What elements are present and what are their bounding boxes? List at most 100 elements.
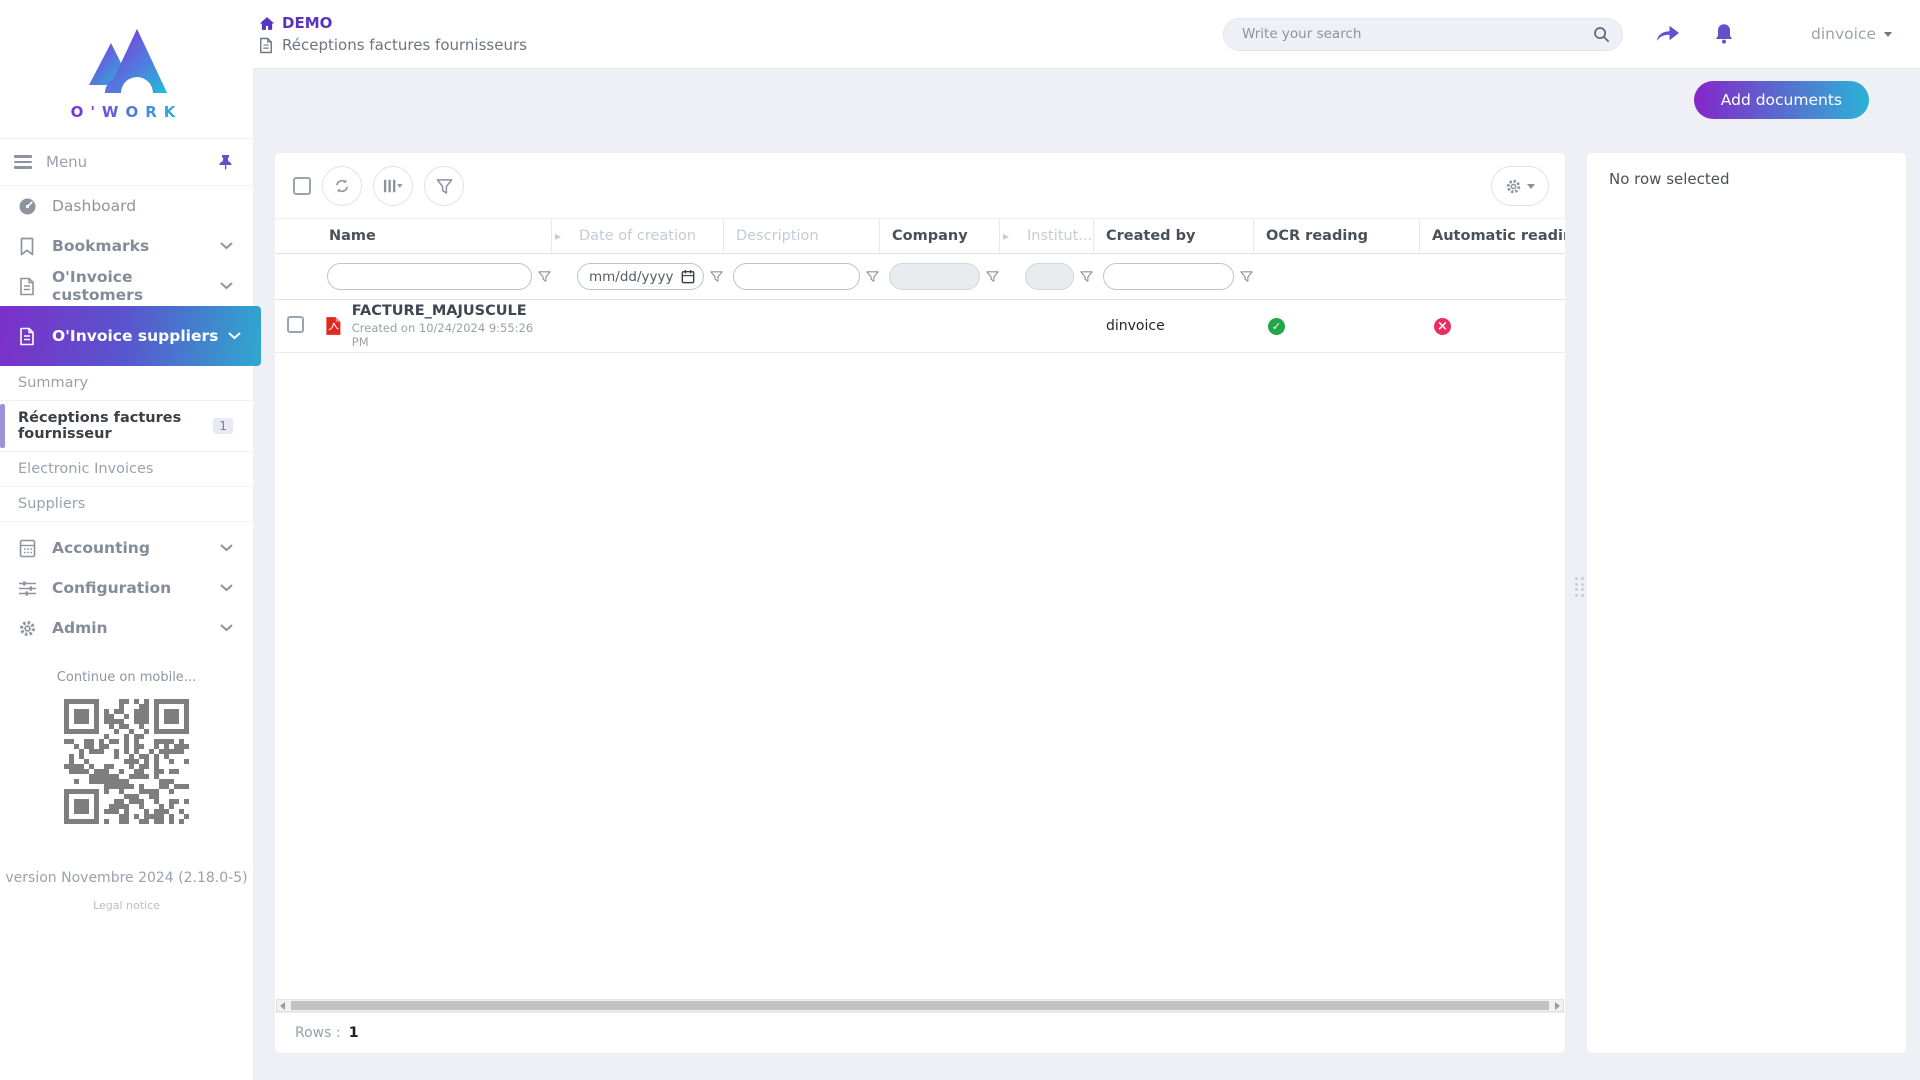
pin-icon[interactable] [218,154,233,170]
funnel-icon[interactable] [1240,270,1253,283]
funnel-icon[interactable] [866,270,879,283]
hamburger-icon [14,155,32,169]
funnel-icon[interactable] [538,270,551,283]
column-header-description[interactable]: Description [723,219,879,253]
mobile-hint: Continue on mobile... [0,670,253,685]
no-row-selected-text: No row selected [1587,153,1906,188]
app-logo[interactable]: O'WORK [0,0,253,138]
submenu-label: Réceptions factures fournisseur [18,410,207,442]
env-label[interactable]: DEMO [282,14,332,32]
scroll-right-icon[interactable] [1555,1002,1560,1010]
column-header-date[interactable]: Date of creation [567,228,723,244]
menu-label: Menu [46,153,87,171]
sidebar-item-accounting[interactable]: Accounting [0,528,253,568]
sidebar-menu-toggle[interactable]: Menu [0,138,253,186]
funnel-icon[interactable] [710,270,723,283]
select-all-checkbox[interactable] [293,177,311,195]
submenu-label: Summary [18,375,88,391]
user-menu[interactable]: dinvoice [1811,25,1892,43]
submenu-item-receptions-factures[interactable]: Réceptions factures fournisseur 1 [0,401,253,452]
table-toolbar [275,153,1565,218]
sidebar-item-dashboard[interactable]: Dashboard [0,186,253,226]
dashboard-icon [16,197,38,216]
chevron-down-icon [220,584,233,592]
submenu-label: Suppliers [18,496,85,512]
sidebar-item-oinvoice-customers[interactable]: O'Invoice customers [0,266,253,306]
columns-button[interactable] [373,166,413,206]
search-icon[interactable] [1593,26,1610,43]
table-footer: Rows : 1 [275,1012,1565,1053]
chevron-down-icon [220,544,233,552]
column-header-automatic[interactable]: Automatic reading [1419,219,1565,253]
column-header-company[interactable]: Company [879,219,999,253]
page-file-icon [259,37,273,54]
sort-caret-icon[interactable]: ▸ [551,219,567,253]
filter-description-input[interactable] [733,263,860,290]
mountain-logo-icon [81,23,173,101]
sidebar-item-admin[interactable]: Admin [0,608,253,648]
chevron-down-icon [220,282,233,290]
ocr-success-icon: ✓ [1268,318,1285,335]
notifications-bell-icon[interactable] [1713,22,1735,46]
share-icon[interactable] [1655,23,1681,45]
search-input[interactable] [1242,26,1593,42]
submenu-item-summary[interactable]: Summary [0,366,253,401]
sidebar-item-configuration[interactable]: Configuration [0,568,253,608]
funnel-icon[interactable] [986,270,999,283]
sidebar-item-oinvoice-suppliers[interactable]: O'Invoice suppliers [0,306,261,366]
bookmark-icon [16,237,38,256]
filter-date-input[interactable]: mm/dd/yyyy [577,263,704,290]
row-checkbox[interactable] [287,316,304,333]
content-area: Add documents [253,69,1920,1080]
add-documents-button[interactable]: Add documents [1694,81,1869,119]
column-header-ocr[interactable]: OCR reading [1253,219,1419,253]
document-created-date: Created on 10/24/2024 9:55:26 PM [352,321,551,349]
filter-name-input[interactable] [327,263,532,290]
count-badge: 1 [213,418,233,434]
invoice-file-icon [16,327,38,346]
refresh-button[interactable] [322,166,362,206]
date-placeholder: mm/dd/yyyy [589,269,675,285]
scroll-left-icon[interactable] [280,1002,285,1010]
sidebar-item-label: Configuration [52,579,220,597]
automatic-error-icon: × [1434,318,1451,335]
sidebar-item-bookmarks[interactable]: Bookmarks [0,226,253,266]
pdf-file-icon [325,316,342,336]
username: dinvoice [1811,25,1876,43]
rows-label: Rows : [295,1025,341,1041]
sidebar-item-label: Admin [52,619,220,637]
gear-icon [16,619,38,638]
panel-resize-handle[interactable] [1575,577,1584,597]
column-header-created-by[interactable]: Created by [1093,219,1253,253]
sidebar-item-label: Dashboard [52,197,233,215]
funnel-icon[interactable] [1080,270,1093,283]
table-row[interactable]: FACTURE_MAJUSCULE Created on 10/24/2024 … [275,300,1565,353]
table-settings-button[interactable] [1491,166,1549,206]
sidebar: O'WORK Menu Dashboard Bookmarks [0,0,253,1080]
legal-notice-link[interactable]: Legal notice [0,899,253,912]
chevron-down-icon [1527,184,1535,189]
submenu-label: Electronic Invoices [18,461,153,477]
horizontal-scrollbar[interactable] [276,999,1564,1012]
filter-institution-input [1025,263,1074,290]
calendar-icon[interactable] [681,269,695,284]
filter-created-by-input[interactable] [1103,263,1234,290]
created-by-value: dinvoice [1093,318,1253,334]
table-header-row: Name ▸ Date of creation Description Comp… [275,218,1565,254]
column-header-institution[interactable]: Institut... [1015,228,1093,244]
submenu-item-electronic-invoices[interactable]: Electronic Invoices [0,452,253,487]
chevron-down-icon [228,332,241,340]
document-name[interactable]: FACTURE_MAJUSCULE [352,303,551,319]
scrollbar-thumb[interactable] [291,1001,1549,1010]
page-title: Réceptions factures fournisseurs [282,36,527,54]
submenu-item-suppliers[interactable]: Suppliers [0,487,253,522]
invoice-file-icon [16,277,38,296]
column-header-name[interactable]: Name [317,228,551,244]
home-icon[interactable] [259,16,275,31]
top-header: DEMO Réceptions factures fournisseurs [253,0,1920,69]
filter-button[interactable] [424,166,464,206]
sort-caret-icon[interactable]: ▸ [999,219,1015,253]
rows-count: 1 [349,1025,359,1041]
global-search[interactable] [1223,18,1623,51]
qr-code [64,699,189,824]
